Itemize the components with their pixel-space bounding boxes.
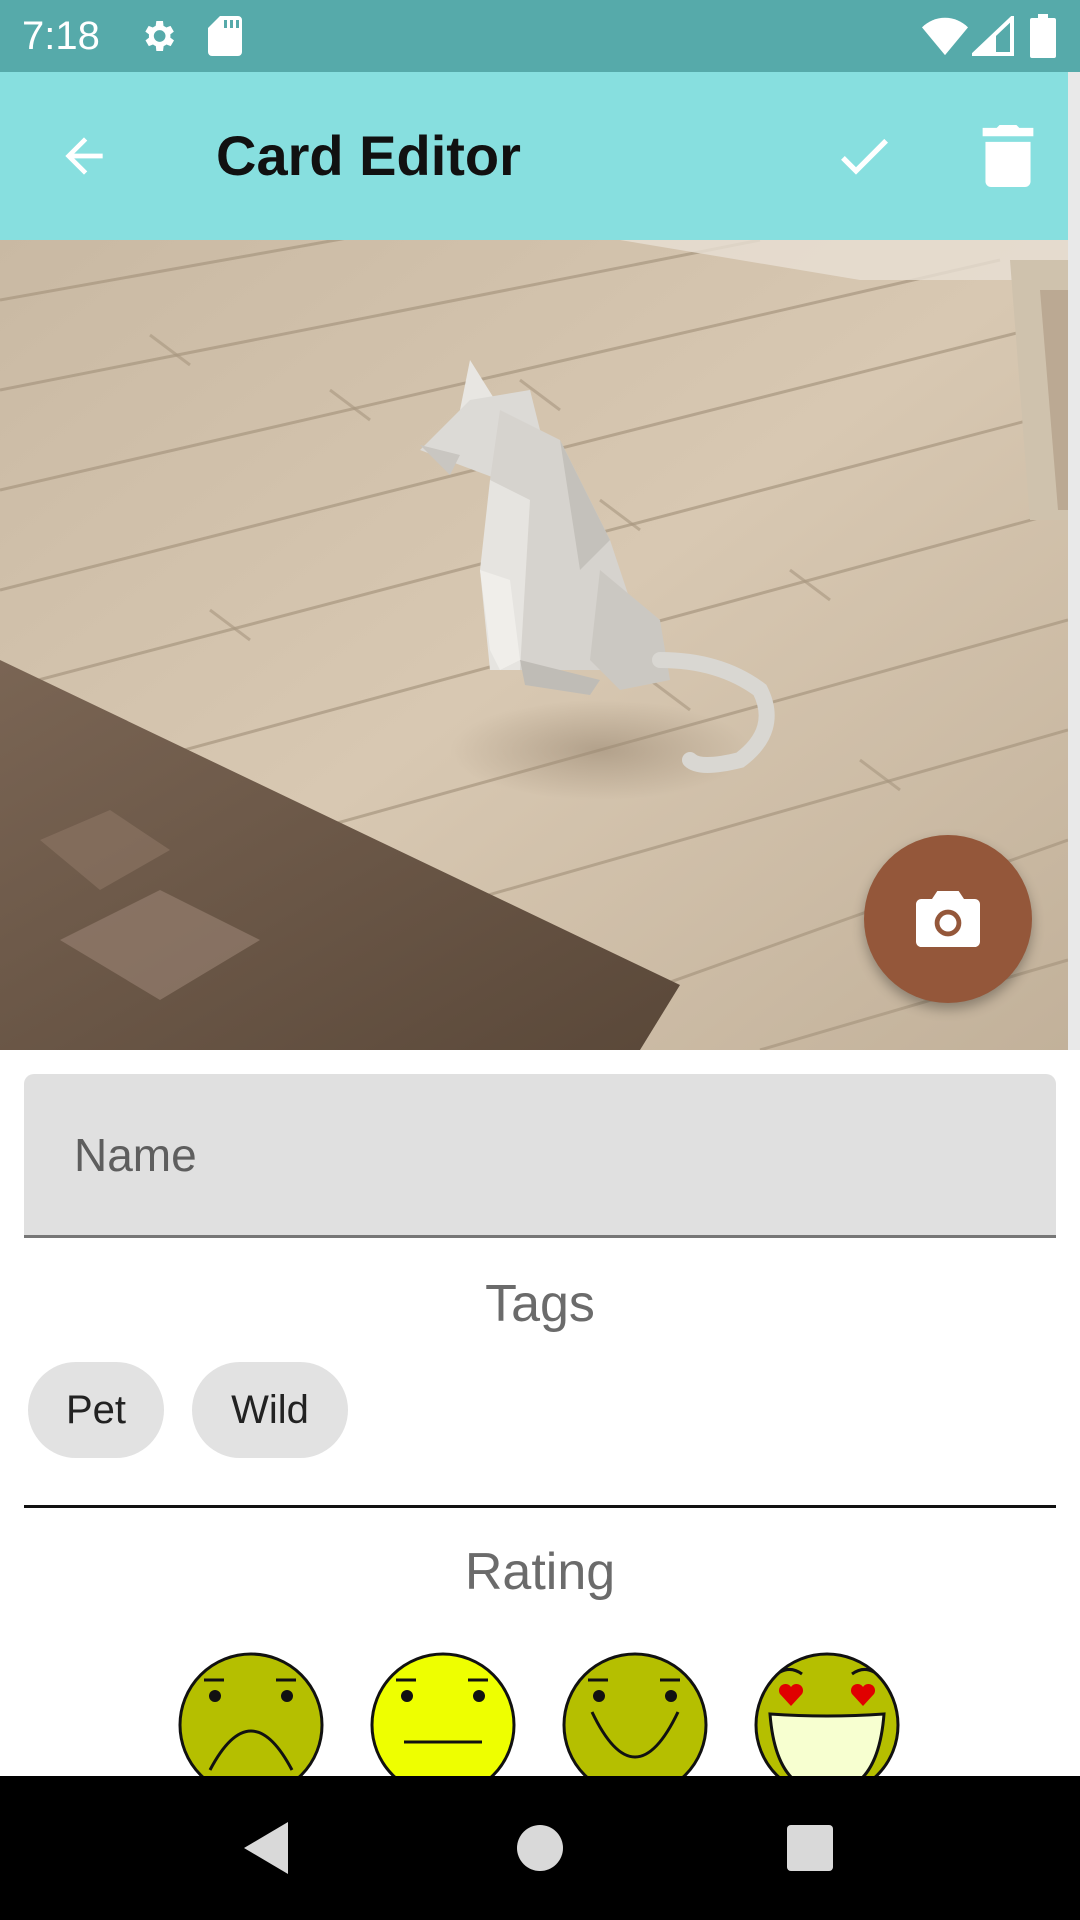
back-triangle-icon (244, 1822, 288, 1874)
section-divider (24, 1505, 1056, 1508)
edge-strip (1068, 72, 1080, 1050)
status-time: 7:18 (22, 14, 100, 58)
camera-icon (916, 891, 980, 947)
home-circle-icon (517, 1825, 563, 1871)
navigation-bar (0, 1776, 1080, 1920)
camera-button[interactable] (864, 835, 1032, 1003)
name-field[interactable] (24, 1074, 1056, 1238)
wifi-icon (922, 17, 968, 56)
settings-icon (145, 21, 174, 51)
page-title: Card Editor (216, 124, 521, 187)
name-input[interactable] (72, 1118, 1016, 1192)
tags-label: Tags (485, 1275, 595, 1333)
card-photo (0, 240, 1068, 1050)
delete-button[interactable] (964, 112, 1052, 200)
recents-square-icon (787, 1825, 833, 1871)
nav-home-button[interactable] (490, 1798, 590, 1898)
app-bar: Card Editor (0, 72, 1068, 240)
nav-recents-button[interactable] (760, 1798, 860, 1898)
trash-icon (982, 125, 1034, 187)
back-button[interactable] (40, 112, 128, 200)
sd-card-icon (208, 16, 242, 56)
save-button[interactable] (820, 112, 908, 200)
nav-back-button[interactable] (218, 1798, 318, 1898)
arrow-left-icon (65, 137, 103, 175)
check-icon (841, 138, 888, 175)
battery-icon (1030, 14, 1056, 58)
tag-chip-pet[interactable]: Pet (28, 1362, 164, 1458)
rating-label: Rating (464, 1543, 616, 1601)
status-bar: 7:18 (0, 0, 1080, 72)
signal-icon (972, 16, 1014, 56)
tag-chip-wild[interactable]: Wild (192, 1362, 348, 1458)
